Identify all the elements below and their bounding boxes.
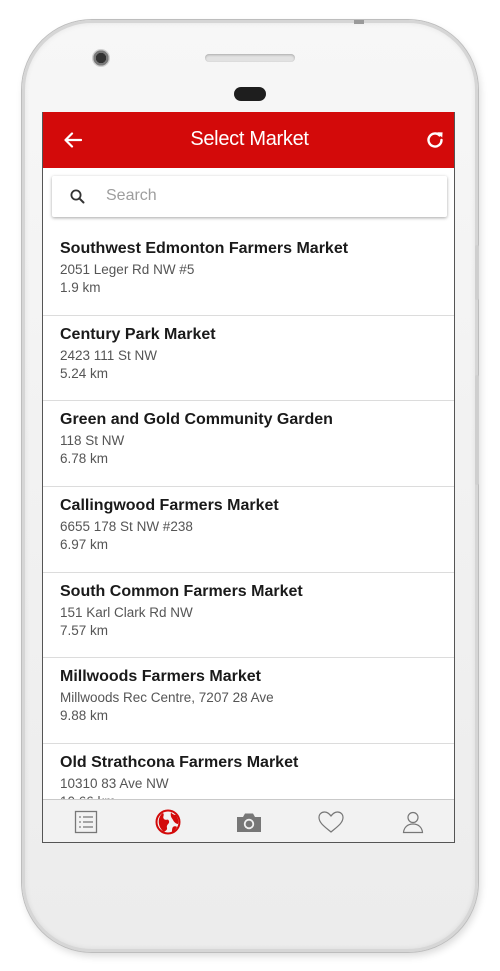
front-camera-icon	[92, 49, 110, 67]
tab-favorites[interactable]	[316, 808, 346, 836]
market-name: Callingwood Farmers Market	[60, 497, 279, 515]
search-icon	[70, 189, 85, 204]
tab-camera[interactable]	[234, 808, 264, 836]
market-name: Southwest Edmonton Farmers Market	[60, 240, 349, 257]
list-item[interactable]: Millwoods Farmers Market Millwoods Rec C…	[43, 658, 454, 745]
market-name: Millwoods Farmers Market	[60, 668, 261, 686]
search-input[interactable]	[106, 184, 426, 208]
market-name: South Common Farmers Market	[60, 582, 303, 600]
phone-side-button	[475, 375, 479, 485]
list-item[interactable]: Southwest Edmonton Farmers Market 2051 L…	[43, 230, 454, 316]
refresh-button[interactable]	[422, 126, 448, 154]
market-distance: 1.9 km	[60, 280, 101, 295]
heart-icon	[318, 811, 344, 833]
app-bar: Select Market	[43, 112, 454, 168]
globe-icon	[155, 809, 181, 835]
proximity-sensor	[234, 87, 266, 101]
list-item[interactable]: Green and Gold Community Garden 118 St N…	[43, 401, 454, 488]
user-icon	[402, 811, 424, 834]
market-distance: 7.57 km	[60, 622, 109, 638]
market-address: Millwoods Rec Centre, 7207 28 Ave	[60, 690, 274, 706]
market-name: Old Strathcona Farmers Market	[60, 754, 299, 772]
market-distance: 6.78 km	[60, 451, 109, 467]
market-name: Green and Gold Community Garden	[60, 411, 333, 429]
market-address: 10310 83 Ave NW	[60, 776, 169, 792]
list-item[interactable]: Callingwood Farmers Market 6655 178 St N…	[43, 487, 454, 573]
earpiece-speaker	[205, 54, 295, 62]
market-distance: 5.24 km	[60, 365, 109, 381]
market-address: 118 St NW	[60, 433, 125, 449]
list-icon	[74, 810, 98, 834]
market-address: 2423 111 St NW	[60, 347, 158, 363]
market-list: Southwest Edmonton Farmers Market 2051 L…	[43, 230, 454, 830]
refresh-icon	[427, 132, 443, 148]
market-address: 151 Karl Clark Rd NW	[60, 604, 193, 620]
market-address: 6655 178 St NW #238	[60, 519, 193, 535]
page-title: Select Market	[190, 128, 309, 150]
market-name: Century Park Market	[60, 325, 216, 343]
tab-profile[interactable]	[398, 808, 428, 836]
tab-globe[interactable]	[153, 808, 183, 836]
phone-side-button	[475, 245, 479, 300]
list-item[interactable]: Century Park Market 2423 111 St NW 5.24 …	[43, 316, 454, 402]
phone-top-notch	[354, 20, 364, 24]
market-distance: 9.88 km	[60, 708, 109, 724]
tab-list[interactable]	[71, 808, 101, 836]
market-distance: 6.97 km	[60, 537, 109, 553]
market-address: 2051 Leger Rd NW #5	[60, 262, 195, 277]
camera-icon	[237, 813, 261, 832]
search-bar	[52, 176, 447, 217]
list-item[interactable]: South Common Farmers Market 151 Karl Cla…	[43, 573, 454, 659]
bottom-tab-bar	[43, 799, 454, 842]
app-screen: Select Market Southwest Edmonton Farmers…	[42, 112, 455, 843]
